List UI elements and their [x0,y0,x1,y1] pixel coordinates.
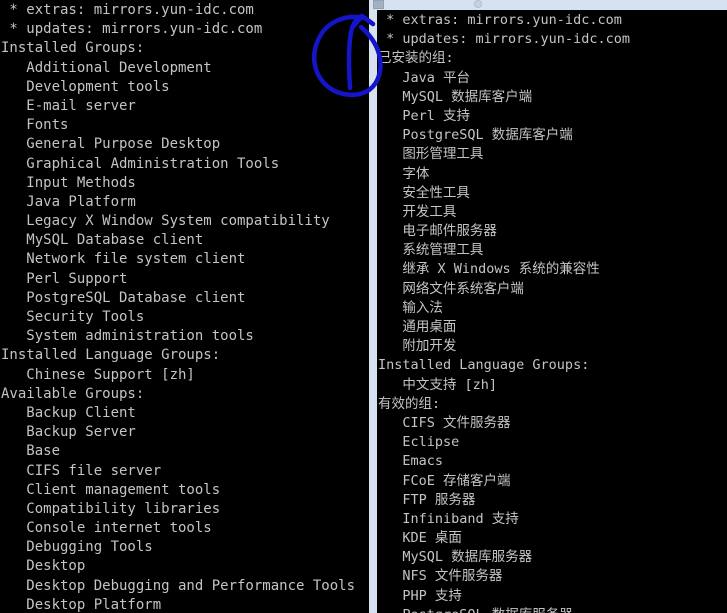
terminal-right-line: Eclipse [378,434,460,451]
terminal-left-line: Compatibility libraries [1,500,221,517]
terminal-left-line: Console internet tools [1,520,212,537]
terminal-left-line: * extras: mirrors.yun-idc.com [1,2,254,18]
status-dot-icon [474,0,482,8]
terminal-right-line: 网络文件系统客户端 [378,280,524,297]
terminal-right-line: Infiniband 支持 [378,510,519,527]
terminal-left-line: CIFS file server [1,462,162,479]
screenshot-root: * extras: mirrors.yun-idc.com * updates:… [0,0,727,613]
terminal-left-line: MySQL Database client [1,232,204,249]
terminal-right-line: Java 平台 [378,69,471,86]
terminal-right-line: * updates: mirrors.yun-idc.com [378,31,630,48]
window-titlebar[interactable] [369,0,727,10]
terminal-left-english[interactable]: * extras: mirrors.yun-idc.com * updates:… [0,0,369,613]
terminal-right-window[interactable]: * extras: mirrors.yun-idc.com * updates:… [369,0,727,613]
terminal-right-line: Perl 支持 [378,107,471,124]
terminal-left-line: Java Platform [1,193,136,210]
terminal-right-line: FTP 服务器 [378,491,476,508]
terminal-right-line: 系统管理工具 [378,242,484,259]
terminal-left-line: Base [1,443,61,460]
terminal-right-line: FCoE 存储客户端 [378,472,511,489]
terminal-right-line: * extras: mirrors.yun-idc.com [378,12,622,28]
terminal-right-line: 通用桌面 [378,319,457,335]
terminal-left-line: Backup Server [1,424,136,441]
terminal-right-chinese[interactable]: * extras: mirrors.yun-idc.com * updates:… [377,10,727,613]
terminal-right-line: 有效的组: [378,395,441,412]
terminal-right-line: PostgreSQL 数据库服务器 [377,606,727,613]
terminal-right-line: 安全性工具 [378,184,470,201]
terminal-right-line: 继承 X Windows 系统的兼容性 [378,261,600,278]
terminal-left-line: Installed Language Groups: [1,347,221,364]
terminal-left-line: Backup Client [1,404,136,421]
terminal-left-line: Input Methods [1,174,136,191]
terminal-right-line: CIFS 文件服务器 [378,414,511,431]
terminal-left-line: PostgreSQL Database client [1,289,246,306]
terminal-left-line: Graphical Administration Tools [1,155,280,172]
terminal-right-line: 已安装的组: [378,50,454,67]
terminal-right-line: KDE 桌面 [378,530,462,547]
terminal-left-line: Desktop [1,558,86,575]
terminal-right-line: 字体 [378,165,430,182]
terminal-right-line: Installed Language Groups: [378,357,590,374]
terminal-right-line: PostgreSQL 数据库客户端 [378,127,573,144]
terminal-left-line: Fonts [1,117,69,134]
terminal-right-line: 中文支持 [zh] [378,376,498,393]
terminal-left-line: Client management tools [1,481,221,498]
terminal-right-line: 电子邮件服务器 [378,223,497,240]
terminal-right-line: 附加开发 [378,338,457,355]
terminal-left-line: General Purpose Desktop [1,136,221,153]
terminal-left-line: Installed Groups: [1,40,145,57]
terminal-right-line: MySQL 数据库客户端 [378,88,533,105]
terminal-right-line: 输入法 [378,299,443,316]
terminal-left-line: * updates: mirrors.yun-idc.com [1,21,263,38]
terminal-left-line: Available Groups: [1,385,145,402]
terminal-left-line: Additional Development [1,59,212,76]
terminal-right-output: * extras: mirrors.yun-idc.com * updates:… [377,10,727,613]
terminal-left-line: Desktop Debugging and Performance Tools [1,577,356,594]
terminal-left-line: System administration tools [1,328,254,345]
terminal-left-line: Development tools [1,78,170,95]
terminal-left-line: Security Tools [1,309,145,325]
terminal-left-line: Debugging Tools [1,539,153,556]
terminal-left-line: Chinese Support [zh] [1,366,195,383]
terminal-left-line: Perl Support [1,270,128,287]
terminal-right-line: 开发工具 [378,203,457,220]
terminal-right-line: MySQL 数据库服务器 [378,549,533,566]
terminal-left-line: Legacy X Window System compatibility [1,213,330,230]
window-menu-icon[interactable] [373,0,384,9]
terminal-right-line: PHP 支持 [378,587,462,604]
terminal-left-line: Desktop Platform [1,596,162,613]
terminal-left-output: * extras: mirrors.yun-idc.com * updates:… [0,0,369,613]
terminal-right-line: 图形管理工具 [378,146,484,163]
terminal-right-line: NFS 文件服务器 [378,568,503,585]
terminal-right-line: Emacs [378,453,444,470]
terminal-left-line: Network file system client [1,251,246,268]
terminal-left-line: E-mail server [1,97,136,114]
